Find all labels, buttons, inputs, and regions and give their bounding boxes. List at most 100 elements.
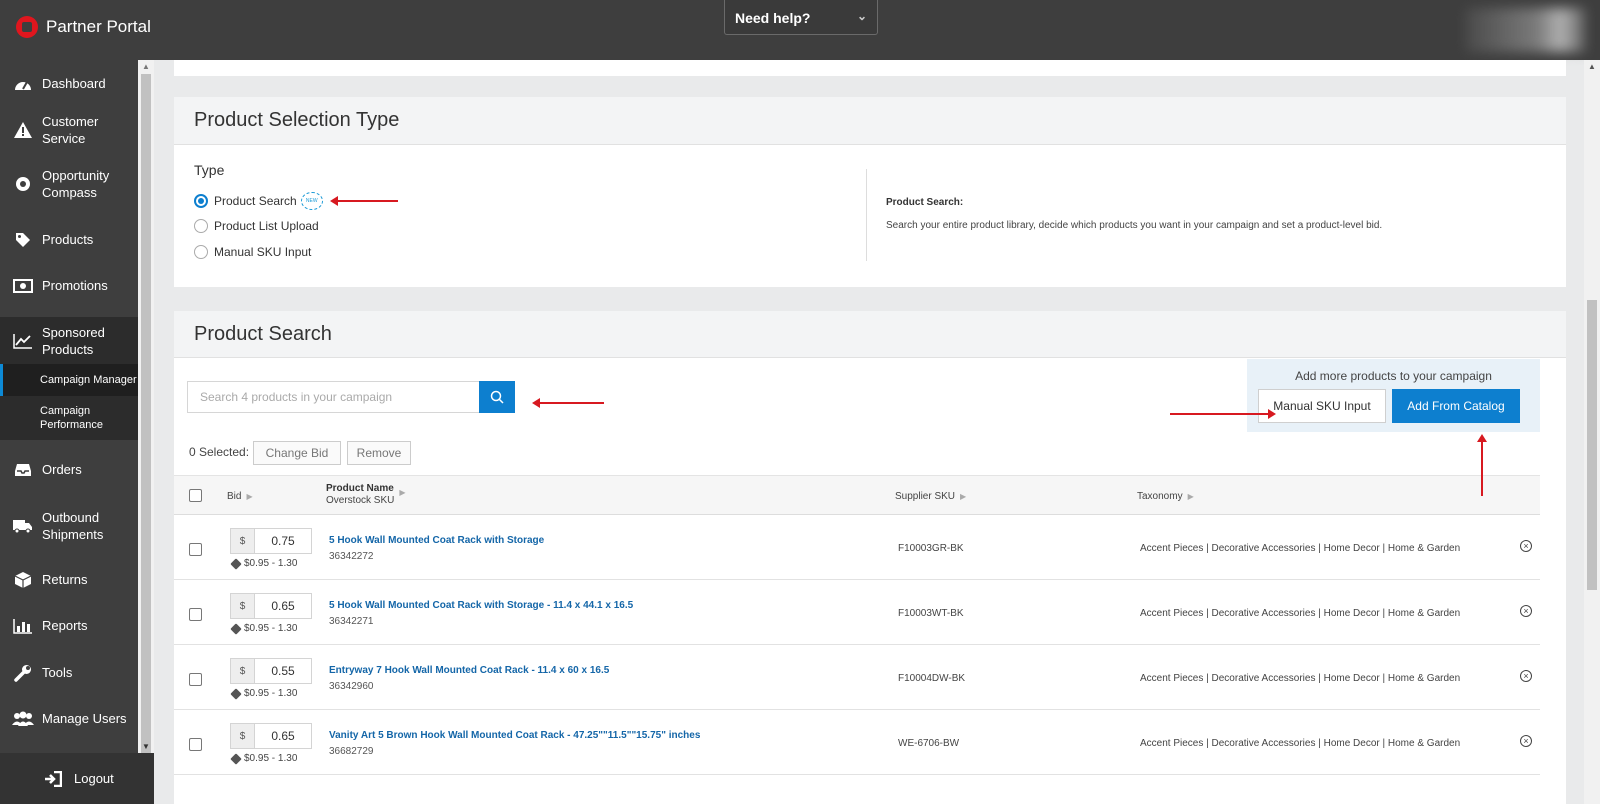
sort-icon: ▶ [960,492,967,501]
sidebar-item-opportunity-compass[interactable]: Opportunity Compass [0,158,138,210]
sidebar-item-tools[interactable]: Tools [0,655,138,690]
brand-logo-icon [16,16,38,38]
bid-input[interactable]: $ 0.75 [230,528,312,554]
top-bar: Partner Portal Need help? ⌄ [0,0,1600,60]
select-all-checkbox[interactable] [189,489,202,502]
main-scrollbar[interactable]: ▲ [1584,60,1600,804]
dashboard-icon [12,74,34,94]
remove-row-icon[interactable]: × [1520,605,1532,617]
search-input[interactable]: Search 4 products in your campaign [187,381,479,413]
logout-button[interactable]: Logout [0,753,154,804]
sidebar-scroll-thumb[interactable] [141,74,151,754]
table-row: $ 0.65 $0.95 - 1.30 5 Hook Wall Mounted … [174,580,1540,645]
sidebar-item-manage-users[interactable]: Manage Users [0,701,138,736]
logout-icon [42,769,64,789]
description-text: Search your entire product library, deci… [886,220,1383,231]
table-row: $ 0.65 $0.95 - 1.30 Vanity Art 5 Brown H… [174,710,1540,775]
radio-product-search[interactable]: Product Search NEW [194,192,323,210]
product-search-title: Product Search [174,311,1566,358]
scroll-up-icon[interactable]: ▲ [142,62,150,71]
money-icon [12,276,34,296]
inbox-icon [12,460,34,480]
brand[interactable]: Partner Portal [16,16,151,38]
selected-count: 0 Selected: [189,445,250,459]
tag-icon [230,752,242,765]
column-taxonomy[interactable]: Taxonomy ▶ [1137,491,1194,502]
radio-button[interactable] [194,194,208,208]
bid-input[interactable]: $ 0.65 [230,723,312,749]
manual-sku-input-button[interactable]: Manual SKU Input [1258,389,1386,423]
sidebar-item-orders[interactable]: Orders [0,452,138,487]
product-search-card: Product Search Search 4 products in your… [174,311,1566,804]
sidebar-subitem-campaign-performance[interactable]: Campaign Performance [0,396,138,440]
need-help-dropdown[interactable]: Need help? ⌄ [724,0,878,35]
product-selection-type-title: Product Selection Type [174,97,1566,145]
currency-label: $ [231,659,255,683]
truck-icon [12,516,34,536]
remove-row-icon[interactable]: × [1520,540,1532,552]
row-checkbox[interactable] [189,543,202,556]
search-button[interactable] [479,381,515,413]
column-product-name[interactable]: Product Name Overstock SKU▶ [326,483,406,507]
add-from-catalog-button[interactable]: Add From Catalog [1392,389,1520,423]
product-name-link[interactable]: Entryway 7 Hook Wall Mounted Coat Rack -… [329,665,609,676]
bid-range: $0.95 - 1.30 [230,557,297,570]
remove-row-icon[interactable]: × [1520,670,1532,682]
annotation-arrow [1477,434,1487,496]
sort-icon: ▶ [399,488,406,497]
annotation-arrow [532,398,604,408]
sidebar-item-promotions[interactable]: Promotions [0,268,138,303]
user-menu[interactable] [1465,8,1585,52]
radio-manual-sku-input[interactable]: Manual SKU Input [194,245,311,259]
sidebar-item-customer-service[interactable]: Customer Service [0,112,138,147]
description-title: Product Search: [886,197,964,208]
radio-button[interactable] [194,245,208,259]
overstock-sku: 36342960 [329,681,374,692]
radio-product-list-upload[interactable]: Product List Upload [194,219,319,233]
taxonomy: Accent Pieces | Decorative Accessories |… [1140,738,1461,749]
remove-row-icon[interactable]: × [1520,735,1532,747]
supplier-sku: F10003WT-BK [898,608,964,619]
scroll-up-icon[interactable]: ▲ [1588,62,1596,71]
row-checkbox[interactable] [189,608,202,621]
sidebar-item-reports[interactable]: Reports [0,608,138,643]
sidebar-item-returns[interactable]: Returns [0,562,138,597]
divider [866,169,867,261]
currency-label: $ [231,529,255,553]
sort-icon: ▶ [246,492,253,501]
supplier-sku: F10004DW-BK [898,673,966,684]
sidebar-item-dashboard[interactable]: Dashboard [0,66,138,101]
add-products-panel: Add more products to your campaign Manua… [1247,359,1540,432]
taxonomy: Accent Pieces | Decorative Accessories |… [1140,543,1461,554]
sidebar-subitem-campaign-manager[interactable]: Campaign Manager [0,364,138,396]
taxonomy: Accent Pieces | Decorative Accessories |… [1140,608,1461,619]
sidebar-item-outbound-shipments[interactable]: Outbound Shipments [0,500,138,552]
sidebar-item-sponsored-products[interactable]: Sponsored Products [0,317,138,364]
search-icon [490,390,504,404]
product-name-link[interactable]: 5 Hook Wall Mounted Coat Rack with Stora… [329,535,544,546]
column-supplier-sku[interactable]: Supplier SKU ▶ [895,491,966,502]
radio-button[interactable] [194,219,208,233]
bid-input[interactable]: $ 0.65 [230,593,312,619]
type-label: Type [194,162,225,178]
product-name-link[interactable]: Vanity Art 5 Brown Hook Wall Mounted Coa… [329,730,700,741]
supplier-sku: WE-6706-BW [898,738,960,749]
scroll-down-icon[interactable]: ▼ [142,742,150,751]
tag-icon [230,622,242,635]
annotation-arrow [330,196,398,206]
row-checkbox[interactable] [189,738,202,751]
remove-button[interactable]: Remove [347,441,411,465]
overstock-sku: 36342272 [329,551,374,562]
sidebar-item-products[interactable]: Products [0,222,138,257]
bid-input[interactable]: $ 0.55 [230,658,312,684]
row-checkbox[interactable] [189,673,202,686]
currency-label: $ [231,594,255,618]
warning-icon [12,120,34,140]
sidebar-scrollbar[interactable]: ▲ ▼ [138,60,154,754]
column-bid[interactable]: Bid ▶ [227,491,253,502]
change-bid-button[interactable]: Change Bid [253,441,341,465]
product-name-link[interactable]: 5 Hook Wall Mounted Coat Rack with Stora… [329,600,633,611]
main-scroll-thumb[interactable] [1587,300,1597,590]
bar-chart-icon [12,616,34,636]
new-badge-icon: NEW [300,192,323,210]
